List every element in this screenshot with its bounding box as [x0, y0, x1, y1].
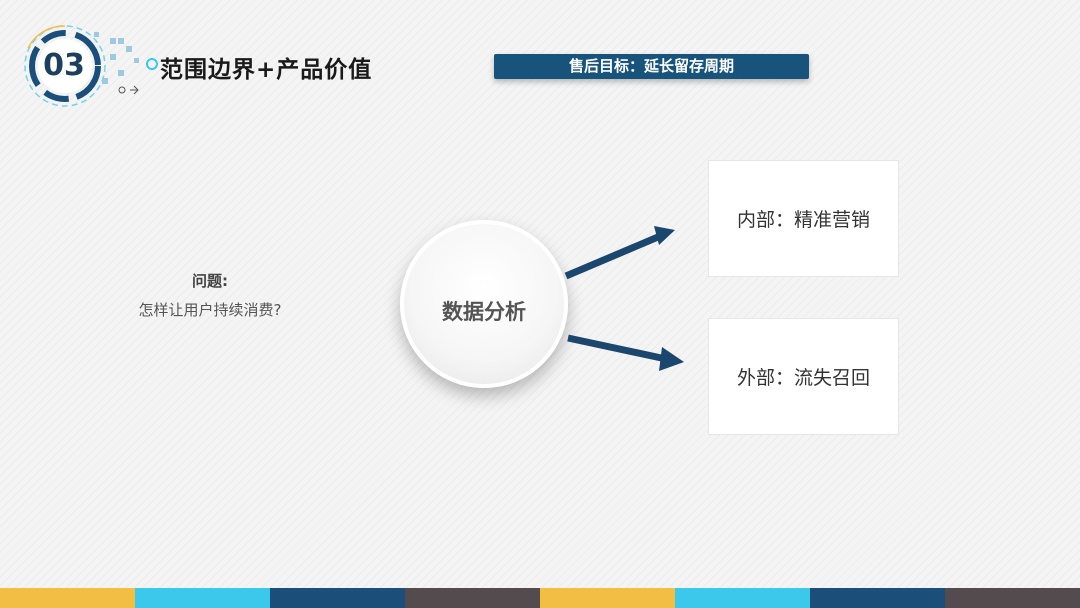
- center-label: 数据分析: [442, 300, 526, 324]
- outcome-external-label: 外部：流失召回: [736, 367, 870, 389]
- footer-color-segment: [675, 588, 810, 608]
- section-number: 03: [43, 48, 85, 83]
- footer-color-segment: [540, 588, 675, 608]
- outcome-internal-label: 内部：精准营销: [736, 209, 870, 231]
- question-label: 问题:: [192, 272, 228, 290]
- arrow-up-icon: [564, 226, 675, 280]
- footer-color-segment: [810, 588, 945, 608]
- section-title: 范围边界+产品价值: [160, 57, 373, 83]
- flow-arrows: [564, 226, 684, 371]
- footer-color-segment: [135, 588, 270, 608]
- question-text: 怎样让用户持续消费?: [138, 301, 282, 319]
- footer-color-bar: [0, 588, 1080, 608]
- footer-color-segment: [405, 588, 540, 608]
- footer-color-segment: [270, 588, 405, 608]
- outcome-box-external: 外部：流失召回: [708, 318, 899, 435]
- target-banner: 售后目标：延长留存周期: [494, 54, 809, 79]
- arrow-down-icon: [567, 334, 684, 371]
- footer-color-segment: [945, 588, 1080, 608]
- outcome-box-internal: 内部：精准营销: [708, 160, 899, 277]
- footer-color-segment: [0, 588, 135, 608]
